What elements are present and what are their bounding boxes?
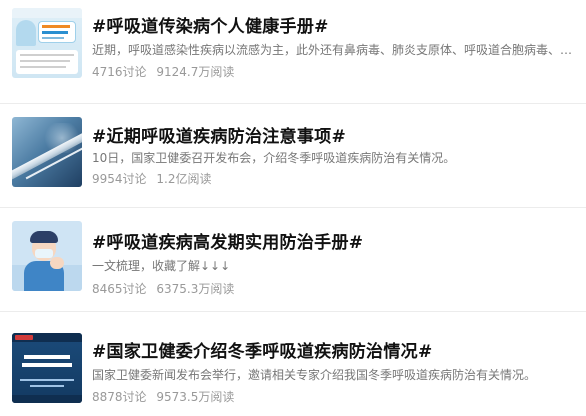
topic-item[interactable]: #呼吸道传染病个人健康手册# 近期，呼吸道感染性疾病以流感为主，此外还有鼻病毒、…: [0, 0, 586, 104]
topic-thumbnail[interactable]: [12, 117, 82, 187]
topic-title[interactable]: #呼吸道疾病高发期实用防治手册#: [92, 228, 363, 253]
topic-description: 国家卫健委新闻发布会举行，邀请相关专家介绍我国冬季呼吸道疾病防治有关情况。: [92, 368, 537, 382]
topic-stats: 8465讨论 6375.3万阅读: [92, 280, 234, 297]
read-count: 6375.3万阅读: [156, 282, 235, 296]
topic-list: #呼吸道传染病个人健康手册# 近期，呼吸道感染性疾病以流感为主，此外还有鼻病毒、…: [0, 0, 586, 416]
discussion-count: 4716讨论: [92, 65, 147, 79]
topic-stats: 9954讨论 1.2亿阅读: [92, 170, 211, 187]
read-count: 1.2亿阅读: [156, 172, 212, 186]
discussion-count: 9954讨论: [92, 172, 147, 186]
topic-item[interactable]: #近期呼吸道疾病防治注意事项# 10日，国家卫健委召开发布会，介绍冬季呼吸道疾病…: [0, 104, 586, 208]
topic-description: 10日，国家卫健委召开发布会，介绍冬季呼吸道疾病防治有关情况。: [92, 151, 456, 165]
topic-thumbnail[interactable]: [12, 221, 82, 291]
topic-item[interactable]: #呼吸道疾病高发期实用防治手册# 一文梳理，收藏了解↓↓↓ 8465讨论 637…: [0, 208, 586, 312]
topic-title[interactable]: #呼吸道传染病个人健康手册#: [92, 12, 329, 37]
read-count: 9573.5万阅读: [156, 390, 235, 404]
topic-thumbnail[interactable]: [12, 8, 82, 78]
topic-stats: 4716讨论 9124.7万阅读: [92, 63, 234, 80]
discussion-count: 8465讨论: [92, 282, 147, 296]
discussion-count: 8878讨论: [92, 390, 147, 404]
topic-thumbnail[interactable]: [12, 333, 82, 403]
topic-stats: 8878讨论 9573.5万阅读: [92, 388, 234, 405]
topic-description: 一文梳理，收藏了解↓↓↓: [92, 259, 231, 273]
topic-description: 近期，呼吸道感染性疾病以流感为主，此外还有鼻病毒、肺炎支原体、呼吸道合胞病毒、腺…: [92, 43, 582, 57]
read-count: 9124.7万阅读: [156, 65, 235, 79]
topic-title[interactable]: #近期呼吸道疾病防治注意事项#: [92, 122, 346, 147]
topic-item[interactable]: #国家卫健委介绍冬季呼吸道疾病防治情况# 国家卫健委新闻发布会举行，邀请相关专家…: [0, 312, 586, 416]
topic-title[interactable]: #国家卫健委介绍冬季呼吸道疾病防治情况#: [92, 337, 433, 362]
